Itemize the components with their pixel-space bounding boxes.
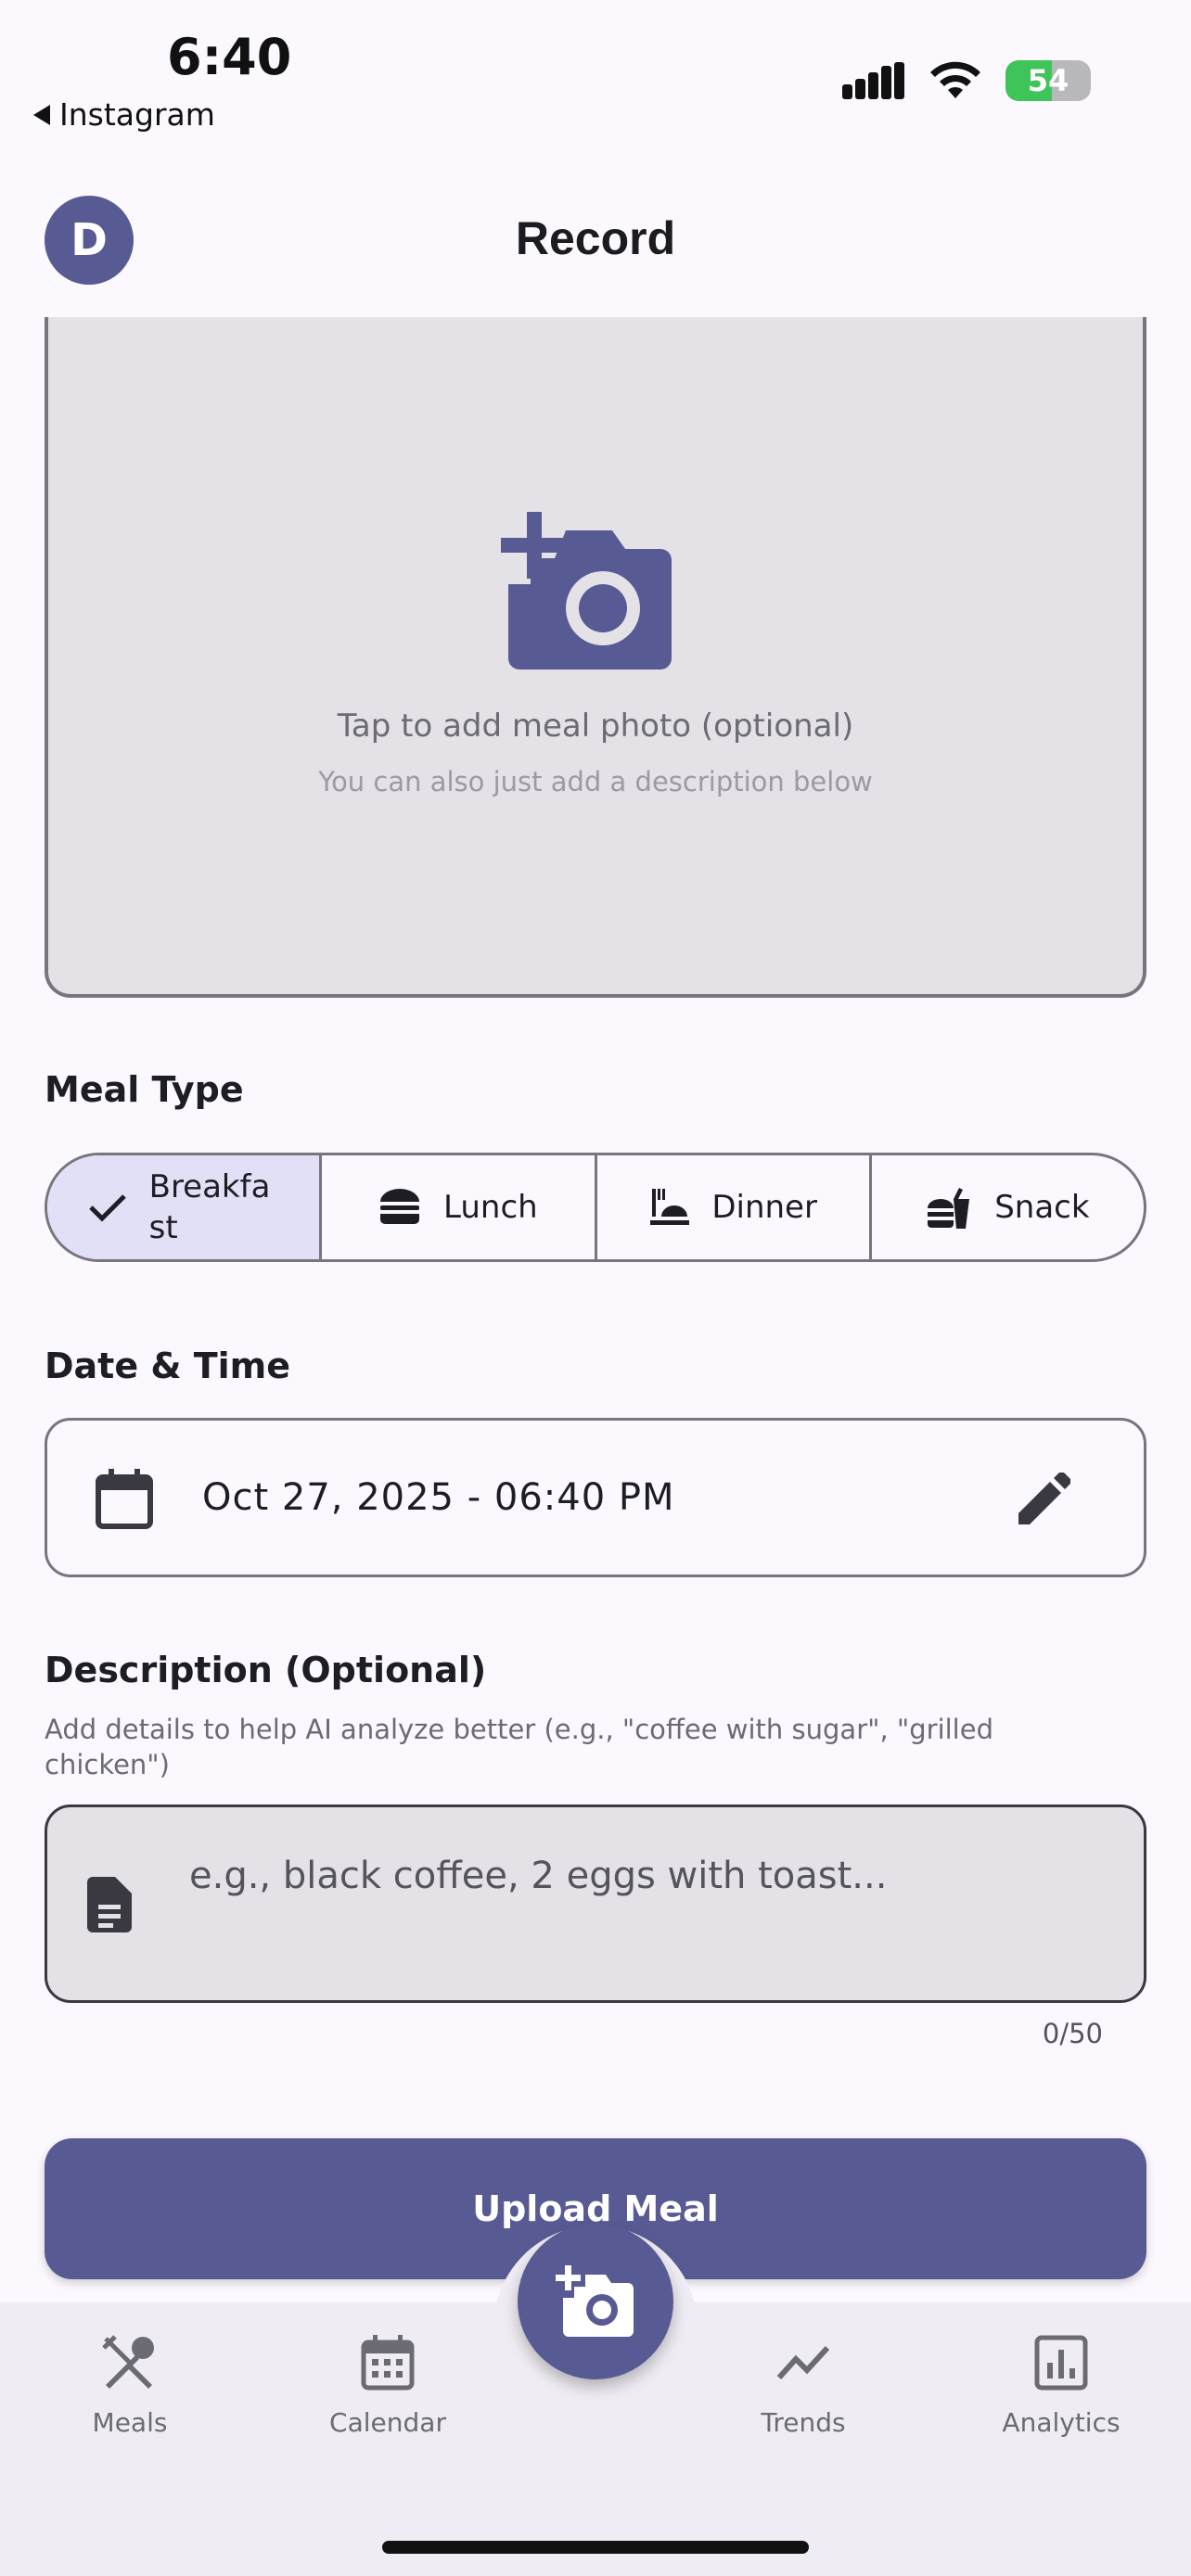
meal-type-snack[interactable]: Snack	[868, 1155, 1144, 1259]
description-placeholder: e.g., black coffee, 2 eggs with toast...	[189, 1855, 888, 1897]
back-to-app-link[interactable]: Instagram	[33, 96, 215, 133]
date-time-title: Date & Time	[45, 1345, 291, 1386]
fastfood-icon	[928, 1188, 970, 1229]
add-photo-subtext: You can also just add a description belo…	[318, 766, 873, 797]
add-meal-fab[interactable]	[518, 2224, 673, 2379]
meal-type-title: Meal Type	[45, 1069, 244, 1110]
meal-type-lunch[interactable]: Lunch	[319, 1155, 594, 1259]
nav-trends[interactable]: Trends	[711, 2335, 896, 2438]
nav-label: Trends	[761, 2407, 846, 2438]
character-counter: 0/50	[1042, 2018, 1103, 2049]
analytics-icon	[1034, 2335, 1088, 2391]
description-input[interactable]	[45, 1804, 1146, 2003]
nav-label: Calendar	[329, 2407, 446, 2438]
nav-label: Meals	[92, 2407, 168, 2438]
meal-type-dinner[interactable]: Dinner	[594, 1155, 869, 1259]
wifi-icon	[930, 61, 980, 98]
battery-percent: 54	[1027, 63, 1069, 98]
burger-icon	[380, 1189, 420, 1224]
check-icon	[88, 1194, 126, 1222]
edit-icon[interactable]	[1017, 1473, 1070, 1526]
home-indicator	[382, 2541, 809, 2554]
signal-icon	[842, 62, 904, 99]
meal-type-label: Dinner	[711, 1189, 817, 1226]
nav-label: Analytics	[1002, 2407, 1121, 2438]
back-app-label: Instagram	[59, 96, 215, 133]
status-time: 6:40	[167, 28, 292, 86]
calendar-icon	[96, 1469, 153, 1529]
meal-type-label: Lunch	[443, 1189, 538, 1226]
trends-icon	[776, 2345, 830, 2380]
nav-calendar[interactable]: Calendar	[295, 2335, 480, 2438]
meals-icon	[102, 2335, 154, 2389]
add-photo-icon	[556, 2265, 634, 2337]
description-title: Description (Optional)	[45, 1650, 487, 1690]
description-help-text: Add details to help AI analyze better (e…	[45, 1714, 993, 1780]
dinner-icon	[650, 1189, 690, 1225]
status-icons: 54	[842, 57, 1091, 104]
page-title: Record	[515, 212, 676, 264]
add-photo-icon	[501, 512, 672, 670]
calendar-icon	[361, 2335, 415, 2391]
back-arrow-icon	[33, 104, 50, 125]
meal-type-label: Snack	[994, 1189, 1090, 1226]
description-icon	[87, 1877, 132, 1932]
meal-type-selector: Breakfa st Lunch Dinner Snack	[45, 1153, 1146, 1262]
date-time-value: Oct 27, 2025 - 06:40 PM	[202, 1476, 675, 1519]
meal-type-breakfast[interactable]: Breakfa st	[47, 1155, 320, 1259]
battery-icon: 54	[1005, 60, 1091, 101]
nav-meals[interactable]: Meals	[37, 2335, 223, 2438]
add-photo-text: Tap to add meal photo (optional)	[337, 708, 854, 745]
meal-type-label: Breakfa st	[148, 1168, 271, 1246]
nav-analytics[interactable]: Analytics	[968, 2335, 1154, 2438]
